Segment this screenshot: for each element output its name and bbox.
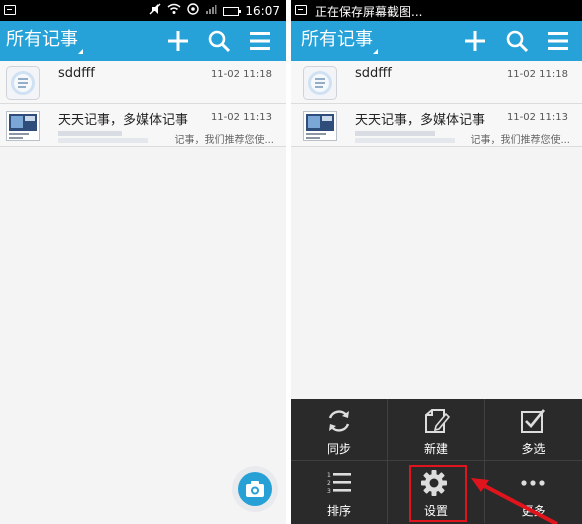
screenshot-thumbnail [6,109,40,143]
left-phone-screen: 16:07 所有记事 sddfff 11-02 11:18 天天记事，多媒体记事 [0,0,286,524]
battery-icon [223,6,242,16]
redacted-text [58,131,122,136]
dropdown-caret-icon[interactable] [78,49,83,54]
mute-icon [149,3,161,19]
wifi-icon [167,3,181,19]
list-item[interactable]: sddfff 11-02 11:18 [0,61,286,104]
right-phone-screen: 正在保存屏幕截图... 所有记事 sddfff 11-02 11:18 天天记事… [291,0,582,524]
note-title: 天天记事，多媒体记事 [58,113,189,128]
sync-status-icon [187,3,200,19]
redacted-text [58,138,148,143]
pointer-arrow-icon [471,478,558,524]
note-snippet: 记事，我们推荐您使... [174,135,274,146]
status-time: 16:07 [245,4,280,18]
search-icon[interactable] [207,29,231,53]
note-date: 11-02 11:13 [210,112,272,123]
camera-button[interactable] [232,466,278,512]
image-notification-icon [4,5,16,15]
list-item[interactable]: 天天记事，多媒体记事 11-02 11:13 记事，我们推荐您使... [0,104,286,147]
camera-icon [246,481,264,497]
note-title: sddfff [58,66,95,81]
note-date: 11-02 11:18 [210,69,272,80]
menu-icon[interactable] [248,29,272,53]
signal-icon [205,3,217,19]
text-note-icon [6,66,40,100]
status-bar: 16:07 [0,0,286,21]
page-title[interactable]: 所有记事 [6,29,78,51]
note-list: sddfff 11-02 11:18 天天记事，多媒体记事 11-02 11:1… [0,61,286,147]
add-icon[interactable] [166,29,190,53]
status-icons: 16:07 [149,3,280,19]
app-bar: 所有记事 [0,21,286,61]
